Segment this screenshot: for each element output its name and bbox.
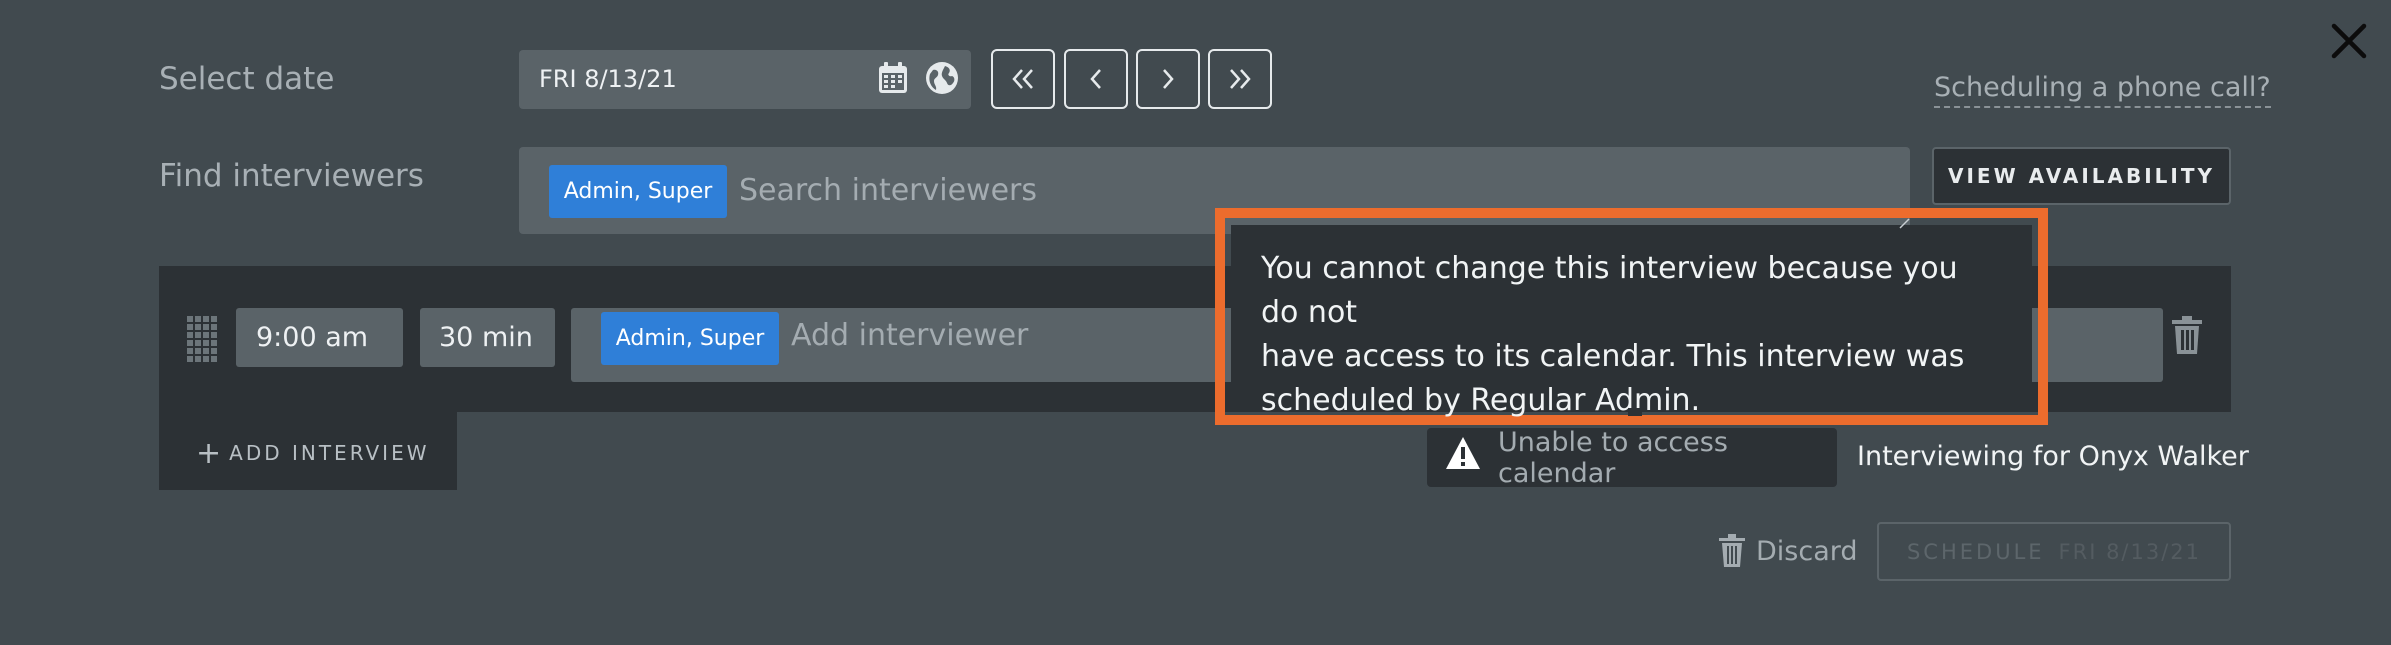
warning-text: Unable to access calendar: [1498, 426, 1728, 489]
discard-button[interactable]: Discard: [1718, 534, 1858, 568]
calendar-icon[interactable]: [877, 61, 909, 95]
prev-day-button[interactable]: [1064, 49, 1128, 109]
close-icon[interactable]: [2324, 16, 2374, 66]
tooltip-line: You cannot change this interview because…: [1261, 251, 1958, 330]
time-field[interactable]: 9:00 am: [236, 308, 403, 367]
add-interview-label: ADD INTERVIEW: [229, 441, 430, 465]
next-day-button[interactable]: [1136, 49, 1200, 109]
drag-handle-icon[interactable]: [187, 316, 217, 362]
tooltip-line: have access to its calendar. This interv…: [1261, 339, 1965, 374]
interviewer-chip[interactable]: Admin, Super: [601, 312, 779, 365]
find-interviewers-label: Find interviewers: [159, 158, 424, 194]
schedule-button[interactable]: SCHEDULE FRI 8/13/21: [1877, 522, 2231, 581]
schedule-label: SCHEDULE: [1906, 539, 2045, 564]
trash-icon: [1719, 534, 1745, 567]
duration-field[interactable]: 30 min: [420, 308, 555, 367]
permission-tooltip: You cannot change this interview because…: [1231, 225, 2032, 418]
add-interviewer-input[interactable]: Add interviewer: [791, 318, 1028, 353]
phone-call-link[interactable]: Scheduling a phone call?: [1934, 72, 2271, 108]
interviewer-chip[interactable]: Admin, Super: [549, 165, 727, 218]
date-value: FRI 8/13/21: [539, 65, 677, 93]
calendar-warning-badge: Unable to access calendar: [1427, 426, 1837, 489]
globe-icon[interactable]: [925, 61, 959, 95]
schedule-date: FRI 8/13/21: [2058, 539, 2202, 564]
add-interview-button[interactable]: + ADD INTERVIEW: [196, 436, 430, 471]
select-date-label: Select date: [159, 61, 335, 97]
tooltip-line: scheduled by Regular Admin.: [1261, 383, 1701, 418]
tooltip-tail: [1628, 408, 1642, 416]
trash-icon[interactable]: [2170, 315, 2204, 355]
interviewing-for-text: Interviewing for Onyx Walker: [1857, 441, 2249, 472]
view-availability-button[interactable]: VIEW AVAILABILITY: [1932, 147, 2231, 205]
discard-label: Discard: [1756, 535, 1858, 567]
prev-week-button[interactable]: [991, 49, 1055, 109]
next-week-button[interactable]: [1208, 49, 1272, 109]
search-interviewers-input[interactable]: Search interviewers: [739, 173, 1037, 208]
warning-icon: [1445, 436, 1481, 470]
plus-icon: +: [196, 436, 222, 471]
resize-corner-icon: [1898, 214, 1910, 229]
